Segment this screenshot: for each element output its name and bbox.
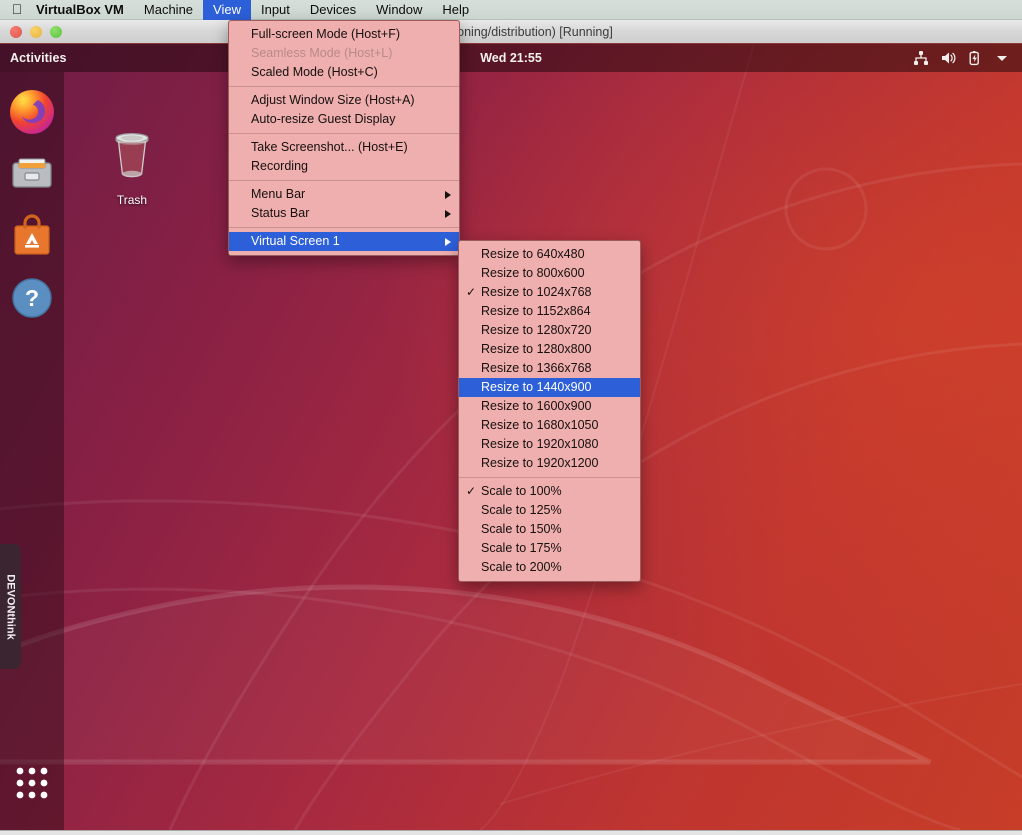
mac-menu-view[interactable]: View: [203, 0, 251, 20]
vm-status-bar: V Left ⌘: [0, 830, 1022, 835]
view-menu-item-label: Adjust Window Size (Host+A): [251, 93, 415, 107]
view-menu-item-status-bar[interactable]: Status Bar: [229, 204, 459, 223]
virtual-screen-item-resize-to-1280x800[interactable]: Resize to 1280x800: [459, 340, 640, 359]
virtual-screen-item-resize-to-1680x1050[interactable]: Resize to 1680x1050: [459, 416, 640, 435]
mac-menu-machine[interactable]: Machine: [134, 0, 203, 20]
checkmark-icon: ✓: [466, 283, 476, 302]
virtual-screen-item-resize-to-640x480[interactable]: Resize to 640x480: [459, 245, 640, 264]
virtual-screen-item-label: Resize to 1920x1080: [481, 437, 598, 451]
virtual-screen-item-resize-to-800x600[interactable]: Resize to 800x600: [459, 264, 640, 283]
virtual-screen-item-label: Resize to 1680x1050: [481, 418, 598, 432]
virtual-screen-item-scale-to-175[interactable]: Scale to 175%: [459, 539, 640, 558]
mac-menu-input[interactable]: Input: [251, 0, 300, 20]
mac-menu-window[interactable]: Window: [366, 0, 432, 20]
virtual-screen-item-scale-to-200[interactable]: Scale to 200%: [459, 558, 640, 577]
trash-can-icon: [104, 128, 160, 184]
virtual-screen-item-resize-to-1152x864[interactable]: Resize to 1152x864: [459, 302, 640, 321]
virtual-screen-item-label: Scale to 125%: [481, 503, 562, 517]
ubuntu-dock: ?: [0, 72, 64, 830]
virtual-screen-item-label: Resize to 800x600: [481, 266, 585, 280]
virtual-screen-item-label: Resize to 1366x768: [481, 361, 592, 375]
view-menu-item-auto-resize-guest-display[interactable]: Auto-resize Guest Display: [229, 110, 459, 129]
view-dropdown-menu[interactable]: Full-screen Mode (Host+F) Seamless Mode (…: [228, 20, 460, 256]
mac-menu-virtualbox-vm[interactable]: VirtualBox VM: [34, 0, 134, 20]
view-menu-item-adjust-window-size-host-a[interactable]: Adjust Window Size (Host+A): [229, 91, 459, 110]
virtual-screen-item-resize-to-1024x768[interactable]: ✓ Resize to 1024x768: [459, 283, 640, 302]
file-manager-icon[interactable]: [8, 150, 56, 198]
virtual-screen-item-resize-to-1280x720[interactable]: Resize to 1280x720: [459, 321, 640, 340]
help-icon[interactable]: ?: [8, 274, 56, 322]
virtual-screen-item-resize-to-1600x900[interactable]: Resize to 1600x900: [459, 397, 640, 416]
virtual-screen-item-label: Resize to 1600x900: [481, 399, 592, 413]
svg-text:?: ?: [25, 285, 39, 311]
virtual-screen-item-label: Resize to 1024x768: [481, 285, 592, 299]
window-title: ted for cloning/distribution) [Running]: [0, 20, 1022, 44]
devonthink-side-tab[interactable]: DEVONthink: [0, 544, 21, 669]
virtual-screen-item-label: Resize to 1440x900: [481, 380, 592, 394]
trash-label: Trash: [104, 193, 160, 207]
show-applications-grid-icon[interactable]: [11, 762, 53, 804]
view-menu-item-scaled-mode-host-c[interactable]: Scaled Mode (Host+C): [229, 63, 459, 82]
virtual-screen-item-label: Resize to 1280x720: [481, 323, 592, 337]
apple-logo-icon[interactable]: : [0, 2, 34, 18]
virtual-screen-item-resize-to-1366x768[interactable]: Resize to 1366x768: [459, 359, 640, 378]
view-menu-separator: [229, 133, 459, 134]
virtual-screen-item-label: Resize to 1152x864: [481, 304, 591, 318]
virtual-screen-submenu[interactable]: Resize to 640x480 Resize to 800x600 ✓ Resiz…: [458, 240, 641, 582]
virtual-screen-item-resize-to-1920x1080[interactable]: Resize to 1920x1080: [459, 435, 640, 454]
view-menu-separator: [229, 86, 459, 87]
mac-menu-bar:  VirtualBox VM Machine View Input Devic…: [0, 0, 1022, 20]
view-menu-item-label: Take Screenshot... (Host+E): [251, 140, 408, 154]
virtual-screen-item-label: Resize to 1280x800: [481, 342, 592, 356]
view-menu-separator: [229, 227, 459, 228]
view-menu-item-label: Status Bar: [251, 206, 309, 220]
virtual-screen-item-label: Scale to 200%: [481, 560, 562, 574]
view-menu-item-recording[interactable]: Recording: [229, 157, 459, 176]
virtual-screen-item-label: Resize to 1920x1200: [481, 456, 598, 470]
devonthink-tab-label: DEVONthink: [5, 574, 17, 639]
virtual-screen-item-scale-to-100[interactable]: ✓ Scale to 100%: [459, 482, 640, 501]
submenu-arrow-icon: [445, 210, 451, 218]
view-menu-item-label: Recording: [251, 159, 308, 173]
clock-datetime[interactable]: Wed 21:55: [0, 51, 1022, 65]
virtual-screen-item-label: Scale to 150%: [481, 522, 562, 536]
view-menu-item-label: Scaled Mode (Host+C): [251, 65, 378, 79]
view-menu-item-menu-bar[interactable]: Menu Bar: [229, 185, 459, 204]
view-menu-item-take-screenshot-host-e[interactable]: Take Screenshot... (Host+E): [229, 138, 459, 157]
virtual-screen-item-resize-to-1920x1200[interactable]: Resize to 1920x1200: [459, 454, 640, 473]
mac-menu-help[interactable]: Help: [432, 0, 479, 20]
software-center-icon[interactable]: [8, 212, 56, 260]
virtual-screen-item-scale-to-125[interactable]: Scale to 125%: [459, 501, 640, 520]
virtual-screen-item-label: Resize to 640x480: [481, 247, 585, 261]
view-menu-item-seamless-mode-host-l: Seamless Mode (Host+L): [229, 44, 459, 63]
virtual-screen-item-label: Scale to 100%: [481, 484, 562, 498]
view-menu-separator: [229, 180, 459, 181]
firefox-icon[interactable]: [8, 88, 56, 136]
view-menu-item-label: Menu Bar: [251, 187, 305, 201]
window-titlebar: ted for cloning/distribution) [Running]: [0, 20, 1022, 44]
view-menu-item-full-screen-mode-host-f[interactable]: Full-screen Mode (Host+F): [229, 25, 459, 44]
virtual-screen-item-label: Scale to 175%: [481, 541, 562, 555]
desktop-icon-trash[interactable]: Trash: [104, 128, 160, 207]
view-menu-item-label: Auto-resize Guest Display: [251, 112, 396, 126]
view-menu-item-label: Virtual Screen 1: [251, 234, 340, 248]
view-menu-item-virtual-screen-1[interactable]: Virtual Screen 1: [229, 232, 459, 251]
submenu-arrow-icon: [445, 191, 451, 199]
view-menu-item-label: Full-screen Mode (Host+F): [251, 27, 400, 41]
virtual-screen-item-scale-to-150[interactable]: Scale to 150%: [459, 520, 640, 539]
virtual-screen-item-resize-to-1440x900[interactable]: Resize to 1440x900: [459, 378, 640, 397]
submenu-arrow-icon: [445, 238, 451, 246]
ubuntu-top-bar: Activities Wed 21:55: [0, 44, 1022, 72]
view-menu-item-label: Seamless Mode (Host+L): [251, 46, 392, 60]
checkmark-icon: ✓: [466, 482, 476, 501]
virtual-screen-separator: [459, 477, 640, 478]
mac-menu-devices[interactable]: Devices: [300, 0, 366, 20]
